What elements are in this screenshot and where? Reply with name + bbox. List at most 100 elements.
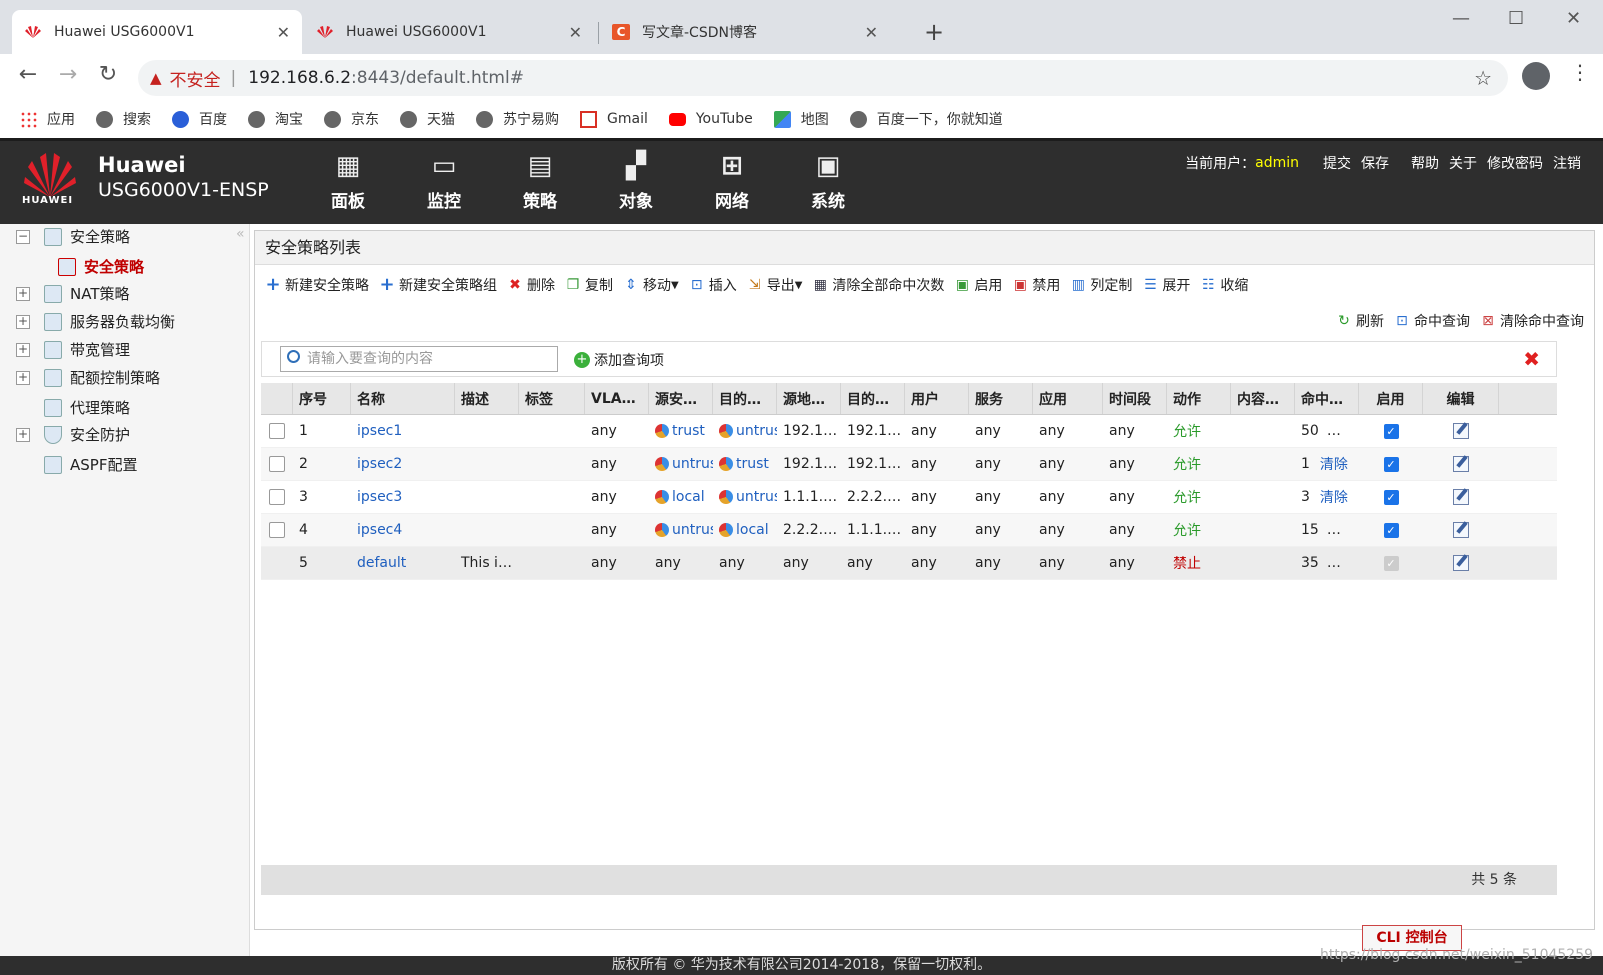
nav-network[interactable]: ⊞ 网络 <box>684 151 780 212</box>
nav-object[interactable]: ▞ 对象 <box>588 151 684 212</box>
col-header[interactable]: 目的… <box>841 383 905 414</box>
sidebar-item-server-load-balancing[interactable]: + 服务器负载均衡 <box>16 311 175 332</box>
col-header[interactable]: 目的… <box>713 383 777 414</box>
clear-hits-link[interactable]: 清除 <box>1320 487 1348 507</box>
zone-link[interactable]: untrust <box>655 522 713 538</box>
bookmark-item[interactable]: 淘宝 <box>248 109 303 129</box>
col-header[interactable]: 描述 <box>455 383 519 414</box>
move-button[interactable]: ⇕ 移动 ▼ <box>623 275 679 295</box>
delete-button[interactable]: ✖ 删除 <box>507 275 555 295</box>
insert-button[interactable]: ⊡ 插入 <box>689 275 737 295</box>
enable-button[interactable]: ▣ 启用 <box>954 275 1003 295</box>
address-bar[interactable]: ▲ 不安全 | 192.168.6.2:8443/default.html# ☆ <box>138 60 1508 96</box>
help-link[interactable]: 帮助 <box>1411 153 1439 173</box>
policy-name-link[interactable]: ipsec2 <box>357 456 402 472</box>
expand-node-icon[interactable]: + <box>16 342 30 357</box>
sidebar-item-aspf[interactable]: ASPF配置 <box>44 454 137 475</box>
bookmark-item[interactable]: 苏宁易购 <box>476 109 559 129</box>
policy-name-link[interactable]: ipsec4 <box>357 522 402 538</box>
col-header[interactable]: 序号 <box>293 383 351 414</box>
zone-link[interactable]: local <box>655 489 705 505</box>
col-header[interactable]: 标签 <box>519 383 585 414</box>
bookmark-apps[interactable]: 应用 <box>20 109 75 129</box>
table-row[interactable]: 3 ipsec3 any local untrust 1.1.1.… 2.2.2.… any a… <box>261 481 1557 514</box>
col-header[interactable]: 服务 <box>969 383 1033 414</box>
sidebar-item-bandwidth[interactable]: + 带宽管理 <box>16 339 130 360</box>
expand-node-icon[interactable]: + <box>16 427 30 442</box>
maximize-icon[interactable]: ☐ <box>1508 8 1524 29</box>
new-tab-icon[interactable]: + <box>924 18 944 46</box>
copy-button[interactable]: ❐ 复制 <box>565 275 613 295</box>
bookmark-item[interactable]: 京东 <box>324 109 379 129</box>
bookmark-item[interactable]: 百度 <box>172 109 227 129</box>
about-link[interactable]: 关于 <box>1449 153 1477 173</box>
new-policy-group-button[interactable]: + 新建安全策略组 <box>379 275 497 295</box>
collapse-button[interactable]: ☷ 收缩 <box>1200 275 1248 295</box>
expand-node-icon[interactable]: + <box>16 370 30 385</box>
table-row[interactable]: 4 ipsec4 any untrust local 2.2.2.… 1.1.1.… any a… <box>261 514 1557 547</box>
clear-hit-query-button[interactable]: ⊠ 清除命中查询 <box>1480 311 1584 331</box>
col-header[interactable]: VLA… <box>585 383 649 414</box>
zone-link[interactable]: trust <box>655 423 705 439</box>
browser-tab-1[interactable]: Huawei USG6000V1 ✕ <box>12 10 302 54</box>
policy-name-link[interactable]: ipsec3 <box>357 489 402 505</box>
enable-checkbox[interactable]: ✓ <box>1383 489 1399 505</box>
enable-checkbox[interactable]: ✓ <box>1383 522 1399 538</box>
refresh-button[interactable]: ↻ 刷新 <box>1336 311 1384 331</box>
nav-dashboard[interactable]: ▦ 面板 <box>300 151 396 212</box>
row-select-checkbox[interactable] <box>269 423 285 439</box>
add-query-button[interactable]: + 添加查询项 <box>574 350 664 370</box>
col-header[interactable]: 时间段 <box>1103 383 1167 414</box>
col-header[interactable]: 命中… <box>1295 383 1359 414</box>
zone-link[interactable]: local <box>719 522 769 538</box>
close-tab-icon[interactable]: ✕ <box>865 23 878 42</box>
edit-icon[interactable] <box>1453 456 1469 472</box>
close-window-icon[interactable]: ✕ <box>1566 8 1581 29</box>
clear-hits-link[interactable]: 清除 <box>1320 454 1348 474</box>
enable-checkbox[interactable]: ✓ <box>1383 423 1399 439</box>
back-icon[interactable]: ← <box>14 62 42 87</box>
bookmark-item[interactable]: 搜索 <box>96 109 151 129</box>
sidebar-item-proxy-policy[interactable]: 代理策略 <box>44 397 130 418</box>
zone-link[interactable]: trust <box>719 456 769 472</box>
col-header[interactable]: 应用 <box>1033 383 1103 414</box>
browser-tab-2[interactable]: Huawei USG6000V1 ✕ <box>304 10 594 54</box>
nav-policy[interactable]: ▤ 策略 <box>492 151 588 212</box>
customize-columns-button[interactable]: ▥ 列定制 <box>1070 275 1133 295</box>
col-header[interactable]: 源安… <box>649 383 713 414</box>
bookmark-item[interactable]: 百度一下，你就知道 <box>849 109 1003 129</box>
enable-checkbox[interactable]: ✓ <box>1383 456 1399 472</box>
logout-link[interactable]: 注销 <box>1553 153 1581 173</box>
col-header[interactable]: 源地… <box>777 383 841 414</box>
collapse-sidebar-icon[interactable]: « <box>236 226 245 242</box>
table-row[interactable]: 1 ipsec1 any trust untrust 192.1… 192.1… any any… <box>261 415 1557 448</box>
col-header[interactable]: 动作 <box>1167 383 1231 414</box>
bookmark-star-icon[interactable]: ☆ <box>1474 66 1492 90</box>
expand-node-icon[interactable]: + <box>16 286 30 301</box>
edit-icon[interactable] <box>1453 489 1469 505</box>
col-header[interactable]: 启用 <box>1359 383 1423 414</box>
col-header[interactable]: 编辑 <box>1423 383 1499 414</box>
reload-icon[interactable]: ↻ <box>94 62 122 87</box>
forward-icon[interactable]: → <box>54 62 82 87</box>
minimize-icon[interactable]: — <box>1452 8 1470 29</box>
sidebar-item-nat-policy[interactable]: + NAT策略 <box>16 283 129 304</box>
bookmark-item[interactable]: YouTube <box>668 111 753 127</box>
account-avatar-icon[interactable] <box>1522 62 1550 90</box>
col-header[interactable]: 内容… <box>1231 383 1295 414</box>
browser-menu-icon[interactable]: ⋮ <box>1570 60 1590 84</box>
clear-search-icon[interactable]: ✖ <box>1523 347 1540 371</box>
sidebar-item-security-protection[interactable]: + 安全防护 <box>16 424 130 445</box>
browser-tab-3[interactable]: C 写文章-CSDN博客 ✕ <box>600 10 890 54</box>
change-password-link[interactable]: 修改密码 <box>1487 153 1543 173</box>
collapse-node-icon[interactable]: − <box>16 229 30 244</box>
row-select-checkbox[interactable] <box>269 489 285 505</box>
col-header[interactable]: 名称 <box>351 383 455 414</box>
table-row[interactable]: 2 ipsec2 any untrust trust 192.1… 192.1… any any… <box>261 448 1557 481</box>
zone-link[interactable]: untrust <box>719 489 777 505</box>
submit-link[interactable]: 提交 <box>1323 153 1351 173</box>
row-select-checkbox[interactable] <box>269 456 285 472</box>
clear-all-hits-button[interactable]: ▦ 清除全部命中次数 <box>812 275 945 295</box>
bookmark-item[interactable]: Gmail <box>580 110 648 128</box>
nav-monitor[interactable]: ▭ 监控 <box>396 151 492 212</box>
